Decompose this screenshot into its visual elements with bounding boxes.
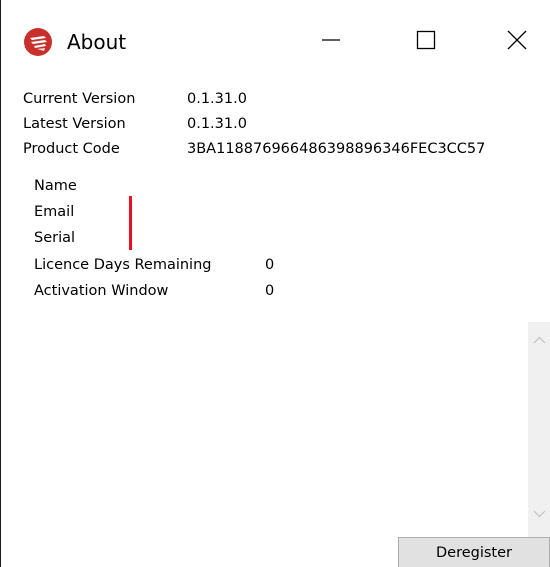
email-label: Email: [34, 204, 75, 220]
close-icon: [507, 30, 527, 54]
latest-version-value: 0.1.31.0: [187, 116, 247, 132]
minimize-icon: [321, 30, 341, 54]
close-button[interactable]: [486, 14, 548, 70]
maximize-button[interactable]: [395, 14, 457, 70]
deregister-button-label: Deregister: [435, 544, 512, 561]
current-version-value: 0.1.31.0: [187, 91, 247, 107]
product-code-label: Product Code: [23, 141, 120, 157]
current-version-label: Current Version: [23, 91, 136, 107]
licence-days-remaining-value: 0: [265, 257, 275, 273]
window-title: About: [67, 30, 127, 54]
product-code-value: 3BA118876966486398896346FEC3CC57: [187, 141, 486, 157]
scroll-down-arrow-icon[interactable]: [532, 506, 547, 521]
app-logo-icon: [23, 27, 53, 57]
vertical-scrollbar[interactable]: [528, 322, 550, 557]
serial-label: Serial: [34, 230, 76, 246]
activation-window-label: Activation Window: [34, 283, 169, 299]
scroll-up-arrow-icon[interactable]: [532, 332, 547, 347]
minimize-button[interactable]: [300, 14, 362, 70]
title-bar[interactable]: About: [1, 0, 550, 84]
latest-version-label: Latest Version: [23, 116, 126, 132]
licence-days-remaining-label: Licence Days Remaining: [34, 257, 212, 273]
text-caret-marker: [129, 196, 132, 250]
maximize-icon: [416, 30, 436, 54]
name-label: Name: [34, 178, 77, 194]
deregister-button-outer[interactable]: Deregister: [398, 537, 550, 567]
about-window: About Current Version 0.1.31.0 Latest Ve…: [0, 0, 550, 567]
activation-window-value: 0: [265, 283, 275, 299]
